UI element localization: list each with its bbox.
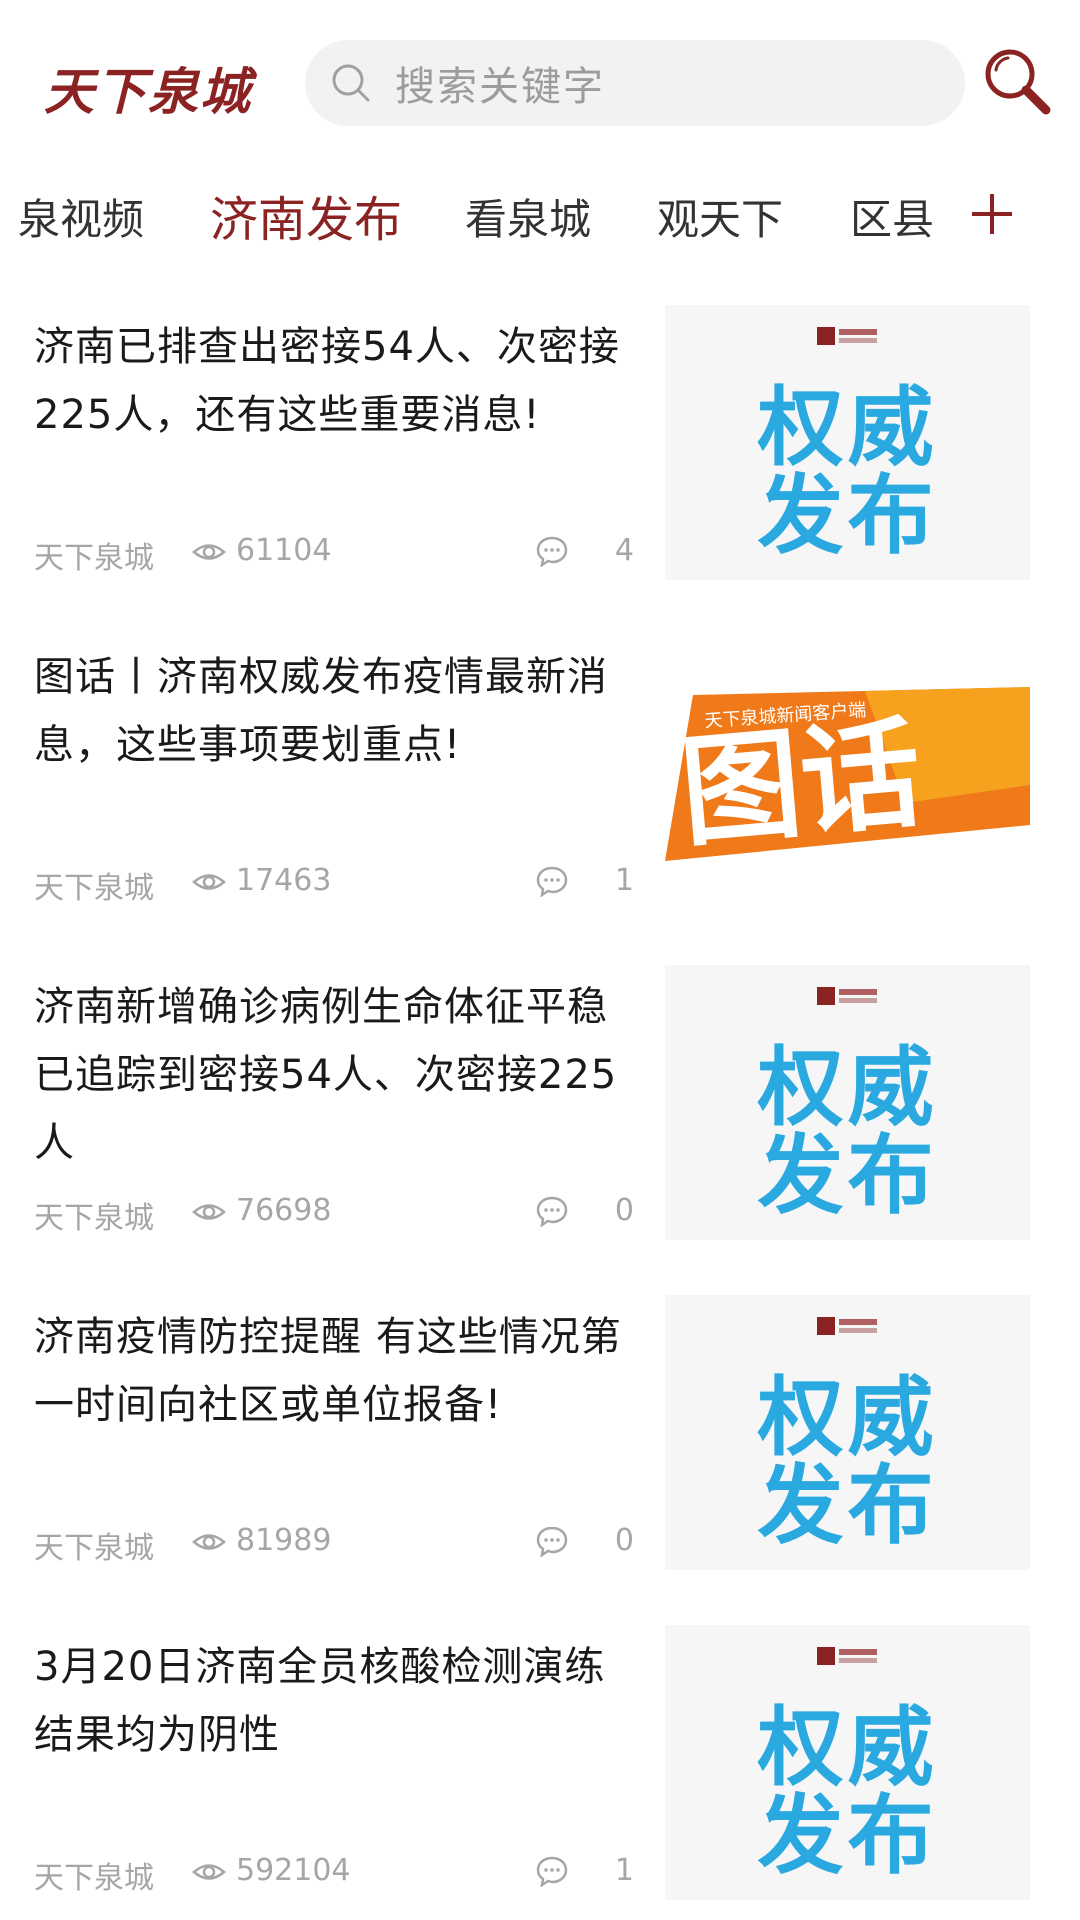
eye-icon (192, 544, 226, 560)
publisher-badge-icon (817, 327, 877, 345)
thumb-text-line2: 发布 (757, 1786, 938, 1886)
news-meta: 天下泉城 592104 1 (34, 1853, 634, 1896)
news-title[interactable]: 济南已排查出密接54人、次密接225人，还有这些重要消息! (34, 313, 634, 449)
comment-icon (536, 1856, 568, 1887)
search-icon (332, 64, 370, 102)
comment-count: 1 (614, 863, 634, 898)
news-source: 天下泉城 (34, 1201, 154, 1236)
view-count: 81989 (236, 1523, 332, 1558)
eye-icon (192, 1204, 226, 1220)
view-count: 17463 (236, 863, 332, 898)
news-title[interactable]: 图话丨济南权威发布疫情最新消息，这些事项要划重点! (34, 643, 634, 779)
eye-icon (192, 1534, 226, 1550)
publisher-badge-icon (817, 1647, 877, 1665)
comment-count: 1 (614, 1853, 634, 1888)
tab-kan-quancheng[interactable]: 看泉城 (465, 186, 591, 247)
news-item[interactable]: 济南疫情防控提醒 有这些情况第一时间向社区或单位报备! 天下泉城 81989 0… (0, 1295, 1080, 1625)
thumb-text-line2: 发布 (757, 466, 938, 566)
tuhua-graphic: 天下泉城新闻客户端 图话 (665, 687, 1030, 864)
channel-tabs: 泉视频 济南发布 看泉城 观天下 区县 (0, 176, 1080, 260)
tab-quan-video[interactable]: 泉视频 (18, 186, 144, 247)
news-source: 天下泉城 (34, 1861, 154, 1896)
search-placeholder[interactable]: 搜索关键字 (395, 54, 605, 112)
comment-count: 0 (614, 1193, 634, 1228)
news-source: 天下泉城 (34, 1531, 154, 1566)
news-title[interactable]: 济南新增确诊病例生命体征平稳 已追踪到密接54人、次密接225人 (34, 973, 634, 1177)
thumb-text-line2: 发布 (757, 1126, 938, 1226)
tuhua-text: 图话 (675, 705, 926, 864)
news-meta: 天下泉城 17463 1 (34, 863, 634, 906)
publisher-badge-icon (817, 1317, 877, 1335)
news-meta: 天下泉城 76698 0 (34, 1193, 634, 1236)
news-thumbnail[interactable]: 权威 发布 (665, 305, 1030, 580)
news-meta: 天下泉城 81989 0 (34, 1523, 634, 1566)
search-bar[interactable]: 搜索关键字 (305, 40, 965, 126)
tab-districts[interactable]: 区县 (850, 186, 934, 247)
news-title[interactable]: 济南疫情防控提醒 有这些情况第一时间向社区或单位报备! (34, 1303, 634, 1439)
app-header: 天下泉城 搜索关键字 (0, 0, 1080, 160)
news-source: 天下泉城 (34, 541, 154, 576)
tab-guan-tianxia[interactable]: 观天下 (657, 186, 783, 247)
thumb-text-line2: 发布 (757, 1456, 938, 1556)
comment-count: 4 (614, 533, 634, 568)
app-logo: 天下泉城 (44, 62, 252, 121)
tab-jinan-release[interactable]: 济南发布 (210, 180, 402, 250)
news-thumbnail[interactable]: 权威 发布 (665, 1295, 1030, 1570)
search-button-icon[interactable] (980, 44, 1056, 120)
publisher-badge-icon (817, 987, 877, 1005)
news-thumbnail[interactable]: 天下泉城新闻客户端 图话 (665, 635, 1030, 910)
view-count: 76698 (236, 1193, 332, 1228)
news-item[interactable]: 济南新增确诊病例生命体征平稳 已追踪到密接54人、次密接225人 天下泉城 76… (0, 965, 1080, 1295)
view-count: 592104 (236, 1853, 351, 1888)
news-thumbnail[interactable]: 权威 发布 (665, 1625, 1030, 1900)
news-item[interactable]: 济南已排查出密接54人、次密接225人，还有这些重要消息! 天下泉城 61104… (0, 305, 1080, 635)
news-source: 天下泉城 (34, 871, 154, 906)
news-thumbnail[interactable]: 权威 发布 (665, 965, 1030, 1240)
view-count: 61104 (236, 533, 332, 568)
news-meta: 天下泉城 61104 4 (34, 533, 634, 576)
comment-icon (536, 1526, 568, 1557)
add-channel-icon[interactable] (968, 190, 1016, 238)
news-item[interactable]: 图话丨济南权威发布疫情最新消息，这些事项要划重点! 天下泉城 17463 1 天… (0, 635, 1080, 965)
eye-icon (192, 874, 226, 890)
news-item[interactable]: 3月20日济南全员核酸检测演练结果均为阴性 天下泉城 592104 1 权威 发… (0, 1625, 1080, 1920)
comment-icon (536, 536, 568, 567)
news-title[interactable]: 3月20日济南全员核酸检测演练结果均为阴性 (34, 1633, 634, 1769)
comment-count: 0 (614, 1523, 634, 1558)
eye-icon (192, 1864, 226, 1880)
comment-icon (536, 866, 568, 897)
comment-icon (536, 1196, 568, 1227)
